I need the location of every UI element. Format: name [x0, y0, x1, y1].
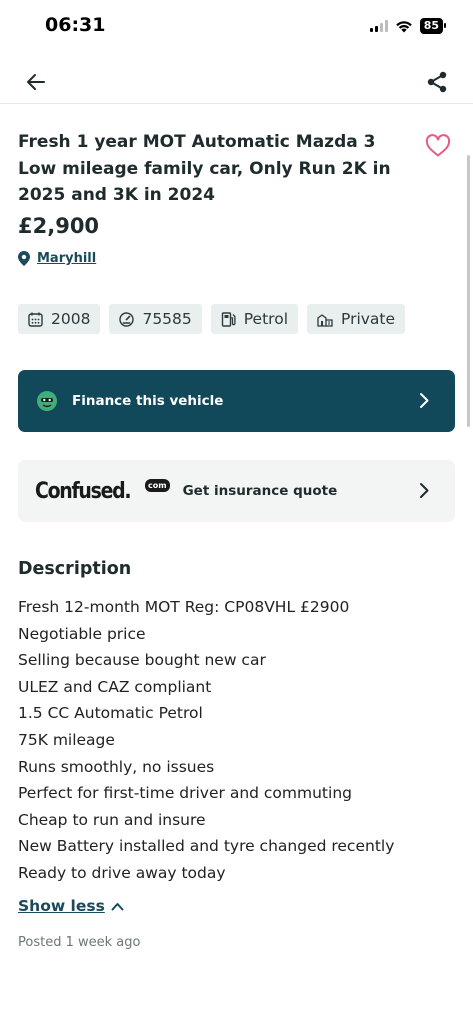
- spec-chip-label: Petrol: [243, 310, 288, 328]
- description-line: 75K mileage: [18, 730, 115, 749]
- location-link[interactable]: Maryhill: [37, 251, 96, 266]
- spec-chips: 2008 75585 Petrol Private: [18, 304, 406, 334]
- description-line: Negotiable price: [18, 624, 146, 643]
- favourite-button[interactable]: [425, 134, 453, 160]
- spec-chip-seller: Private: [307, 304, 406, 334]
- finance-button[interactable]: Finance this vehicle: [18, 370, 455, 432]
- description-line: Ready to drive away today: [18, 863, 226, 882]
- insurance-label: Get insurance quote: [182, 483, 338, 499]
- description-line: New Battery installed and tyre changed r…: [18, 837, 395, 856]
- share-button[interactable]: [423, 68, 451, 96]
- chevron-right-icon: [420, 483, 429, 498]
- description-line: ULEZ and CAZ compliant: [18, 677, 212, 696]
- description-heading: Description: [18, 559, 132, 579]
- scrollbar[interactable]: [467, 155, 470, 427]
- chevron-right-icon: [420, 393, 429, 408]
- confused-logo: Confused. com: [35, 478, 170, 504]
- description-body: Fresh 12-month MOT Reg: CP08VHL £2900 Ne…: [18, 594, 458, 887]
- spec-chip-label: Private: [341, 310, 396, 328]
- spec-chip-mileage: 75585: [109, 304, 202, 334]
- show-less-button[interactable]: Show less: [18, 897, 124, 915]
- arrow-left-icon: [27, 74, 45, 90]
- location-pin-icon: [18, 251, 30, 266]
- description-line: Selling because bought new car: [18, 651, 266, 670]
- calendar-icon: [28, 312, 43, 327]
- signal-icon: [369, 20, 388, 32]
- spec-chip-label: 2008: [51, 310, 91, 328]
- back-button[interactable]: [22, 68, 50, 96]
- heart-icon: [425, 134, 451, 157]
- speedometer-icon: [119, 311, 135, 327]
- status-bar: 06:31 85: [0, 0, 473, 56]
- description-line: Fresh 12-month MOT Reg: CP08VHL £2900: [18, 598, 350, 616]
- show-less-label: Show less: [18, 897, 105, 915]
- confused-logo-word: Confused.: [35, 478, 132, 504]
- location: Maryhill: [18, 251, 96, 266]
- finance-label: Finance this vehicle: [72, 393, 224, 409]
- share-icon: [427, 71, 447, 93]
- description-line: Runs smoothly, no issues: [18, 757, 215, 776]
- insurance-quote-button[interactable]: Confused. com Get insurance quote: [18, 460, 455, 522]
- chevron-up-icon: [111, 902, 124, 910]
- description-line: 1.5 CC Automatic Petrol: [18, 704, 203, 723]
- seller-icon: [317, 313, 333, 327]
- battery-indicator: 85: [419, 18, 447, 34]
- listing-price: £2,900: [18, 214, 100, 238]
- description-line: Perfect for first-time driver and commut…: [18, 784, 352, 803]
- app-bar: [0, 62, 473, 104]
- spec-chip-label: 75585: [142, 310, 192, 328]
- fuel-pump-icon: [221, 311, 236, 327]
- spec-chip-year: 2008: [18, 304, 101, 334]
- posted-time: Posted 1 week ago: [18, 935, 141, 950]
- finance-mascot-icon: [37, 391, 57, 411]
- status-icons: 85: [369, 18, 447, 34]
- confused-logo-suffix: com: [145, 478, 170, 492]
- spec-chip-fuel: Petrol: [210, 304, 298, 334]
- description-line: Cheap to run and insure: [18, 810, 206, 829]
- listing-title: Fresh 1 year MOT Automatic Mazda 3 Low m…: [18, 132, 391, 205]
- status-time: 06:31: [45, 14, 106, 36]
- wifi-icon: [395, 20, 412, 32]
